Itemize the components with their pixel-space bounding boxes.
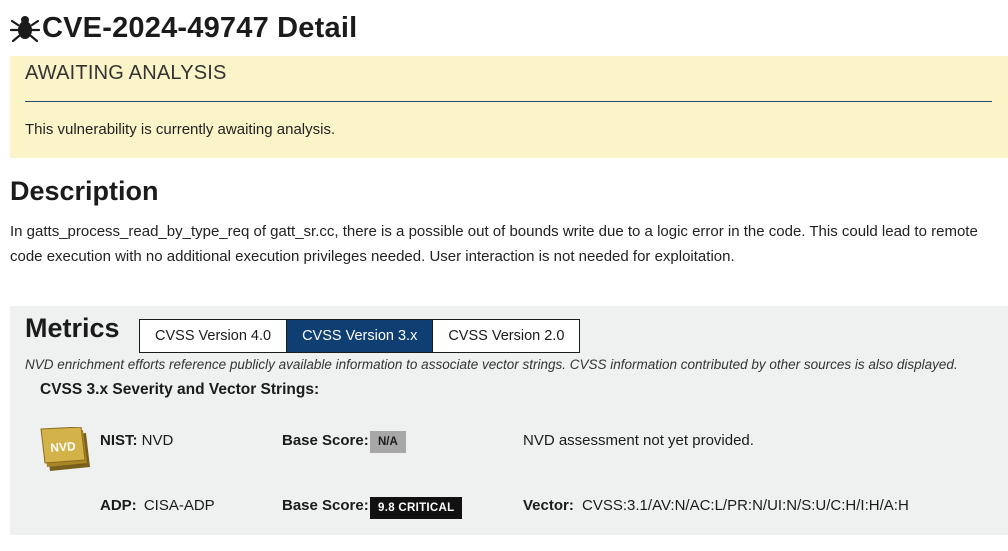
alert-message: This vulnerability is currently awaiting… xyxy=(25,121,336,138)
description-heading: Description xyxy=(10,176,159,206)
vector-label: Vector: xyxy=(523,497,574,514)
page-header: CVE-2024-49747 Detail xyxy=(10,8,357,48)
tab-cvss-2-0[interactable]: CVSS Version 2.0 xyxy=(433,320,579,352)
metrics-heading: Metrics xyxy=(25,313,120,343)
alert-divider xyxy=(25,101,992,102)
page-title: CVE-2024-49747 Detail xyxy=(42,11,358,44)
adp-vector: Vector: CVSS:3.1/AV:N/AC:L/PR:N/UI:N/S:U… xyxy=(523,497,909,514)
cvss-version-tabs: CVSS Version 4.0 CVSS Version 3.x CVSS V… xyxy=(139,319,581,353)
metrics-panel: Metrics CVSS Version 4.0 CVSS Version 3.… xyxy=(10,306,1008,535)
tab-cvss-3-x[interactable]: CVSS Version 3.x xyxy=(287,320,434,352)
adp-base-score-label: Base Score: xyxy=(282,497,369,514)
nist-score-badge[interactable]: N/A xyxy=(370,431,406,453)
nist-assessment-note: NVD assessment not yet provided. xyxy=(523,432,754,449)
adp-label: ADP: xyxy=(100,497,137,514)
vector-value: CVSS:3.1/AV:N/AC:L/PR:N/UI:N/S:U/C:H/I:H… xyxy=(582,497,909,514)
bug-icon xyxy=(10,16,40,43)
nist-source: NIST: NVD xyxy=(100,432,173,449)
tab-cvss-4-0[interactable]: CVSS Version 4.0 xyxy=(140,320,288,352)
nist-base-score-label: Base Score: xyxy=(282,432,369,449)
nist-value: NVD xyxy=(141,432,174,449)
nvd-logo-badge: NVD xyxy=(40,427,90,471)
severity-heading: CVSS 3.x Severity and Vector Strings: xyxy=(40,381,320,398)
alert-heading: AWAITING ANALYSIS xyxy=(25,62,227,84)
nist-label: NIST: xyxy=(100,432,138,449)
enrichment-note: NVD enrichment efforts reference publicl… xyxy=(25,357,958,372)
awaiting-analysis-alert: AWAITING ANALYSIS This vulnerability is … xyxy=(10,56,1008,158)
adp-value: CISA-ADP xyxy=(143,497,215,514)
nvd-badge-text: NVD xyxy=(50,439,77,455)
description-text: In gatts_process_read_by_type_req of gat… xyxy=(10,223,978,265)
adp-score-badge[interactable]: 9.8 CRITICAL xyxy=(370,497,463,519)
adp-source: ADP: CISA-ADP xyxy=(100,497,215,514)
